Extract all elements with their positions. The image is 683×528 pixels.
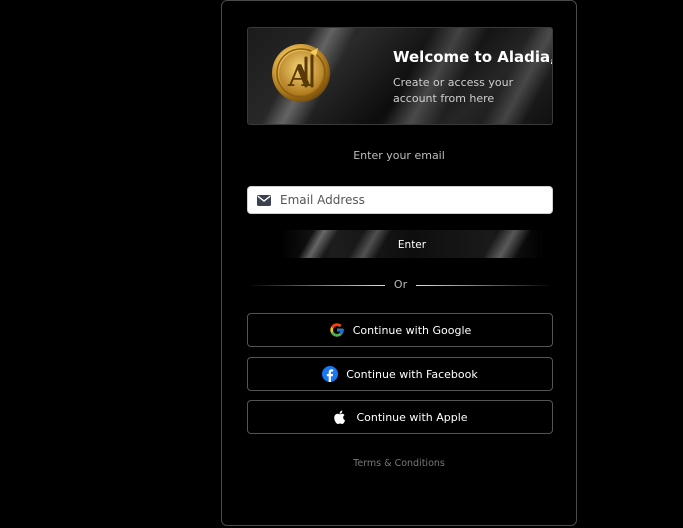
email-prompt: Enter your email <box>353 149 445 162</box>
continue-with-google-button[interactable]: Continue with Google <box>247 313 553 347</box>
divider-left <box>247 285 385 286</box>
envelope-icon <box>257 195 271 206</box>
divider-right <box>416 285 553 286</box>
svg-text:A: A <box>287 59 312 94</box>
email-input[interactable] <box>280 190 545 210</box>
apple-button-label: Continue with Apple <box>356 410 468 424</box>
welcome-banner: A Welcome to Aladia, Create or access yo… <box>247 27 553 125</box>
facebook-button-label: Continue with Facebook <box>346 367 478 381</box>
terms-and-conditions-link[interactable]: Terms & Conditions <box>222 458 576 469</box>
banner-title: Welcome to Aladia, <box>393 48 553 66</box>
continue-with-apple-button[interactable]: Continue with Apple <box>247 400 553 434</box>
apple-icon <box>334 410 346 425</box>
banner-subtitle: Create or access your account from here <box>393 76 514 105</box>
login-card: A Welcome to Aladia, Create or access yo… <box>221 0 577 526</box>
email-field[interactable] <box>247 186 553 214</box>
enter-button[interactable]: Enter <box>280 230 544 258</box>
facebook-icon <box>322 366 339 382</box>
google-icon <box>330 323 344 337</box>
or-separator: Or <box>393 278 408 291</box>
aladia-gold-logo-icon: A <box>272 44 330 102</box>
google-button-label: Continue with Google <box>352 323 472 337</box>
continue-with-facebook-button[interactable]: Continue with Facebook <box>247 357 553 391</box>
